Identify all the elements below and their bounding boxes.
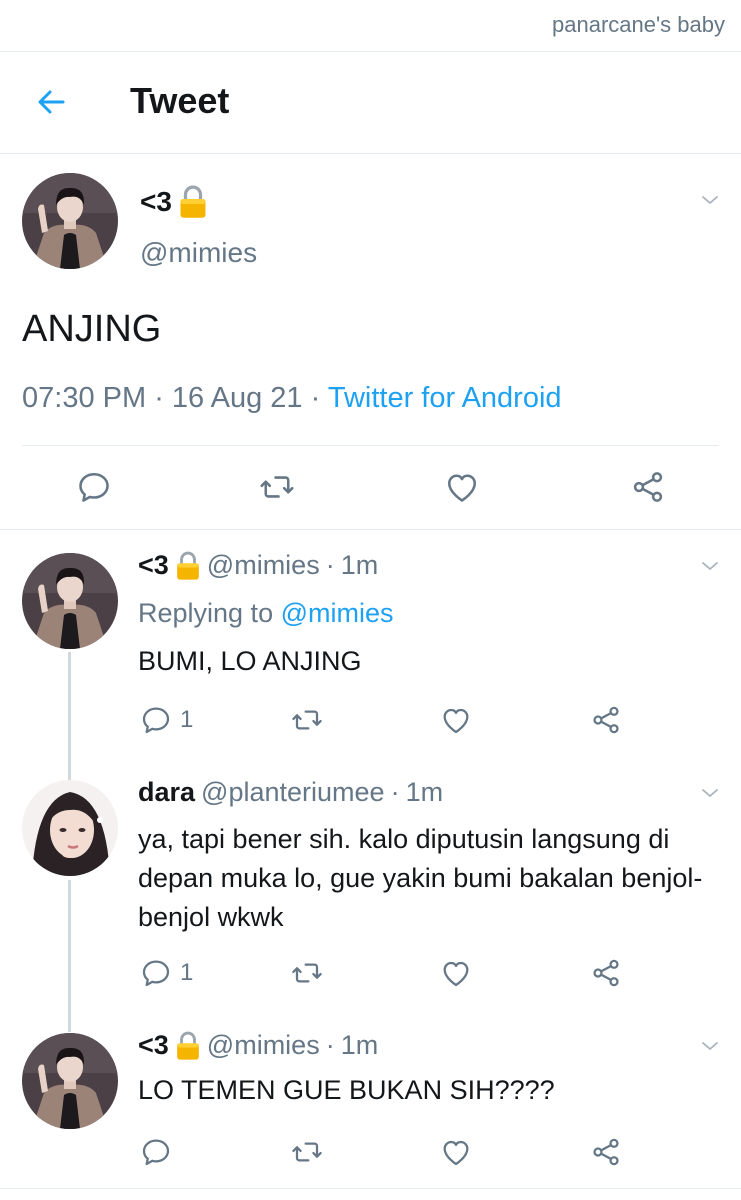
display-name[interactable]: dara [138,777,195,808]
retweet-button[interactable] [290,957,324,989]
reply-button[interactable]: 1 [140,704,193,736]
lock-icon [175,550,201,581]
reply-header: <3 @mimies · 1m [138,550,378,581]
like-button[interactable] [444,469,480,505]
display-name[interactable]: <3 [138,550,169,581]
reply-count: 1 [180,959,194,986]
author-name[interactable]: <3 [140,184,208,219]
thread-line [68,652,71,780]
arrow-left-icon [38,90,65,114]
chevron-down-icon[interactable] [698,188,722,212]
reply-count: 1 [180,706,194,733]
meta-separator: · [390,777,400,807]
replying-to-link[interactable]: @mimies [281,598,394,628]
watermark-text: panarcane's baby [552,12,725,37]
display-name: <3 [140,185,172,217]
tweet-meta: 07:30 PM · 16 Aug 21 · Twitter for Andro… [22,382,562,415]
app-header: Tweet [0,52,741,154]
share-icon [590,1136,622,1168]
divider [0,1188,741,1189]
meta-separator: · [325,550,335,580]
lock-icon [175,1030,201,1061]
retweet-button[interactable] [290,704,324,736]
reply-text: LO TEMEN GUE BUKAN SIH???? [138,1075,555,1105]
reply-button[interactable] [76,469,112,505]
author-handle[interactable]: @mimies [207,550,320,581]
tweet-age: 1m [340,550,379,580]
reply-button[interactable] [140,1136,172,1168]
chevron-down-icon[interactable] [698,781,722,805]
share-icon [590,704,622,736]
tweet-text: ANJING [22,308,162,350]
meta-separator: · [310,382,328,414]
display-name[interactable]: <3 [138,1030,169,1061]
heart-icon [440,704,472,736]
reply-button[interactable]: 1 [140,957,193,989]
reply-icon [140,704,172,736]
tweet-date: 16 Aug 21 [171,382,303,414]
heart-icon [444,469,480,505]
reply-text: BUMI, LO ANJING [138,646,362,676]
avatar[interactable] [22,553,118,649]
share-icon [630,469,666,505]
retweet-icon [290,957,324,989]
author-handle[interactable]: @mimies [140,237,257,269]
share-button[interactable] [590,704,622,736]
chevron-down-icon[interactable] [698,1034,722,1058]
thread-line [68,880,71,1032]
page-title: Tweet [130,80,230,121]
back-button[interactable] [32,82,72,122]
retweet-icon [290,1136,324,1168]
avatar[interactable] [22,173,118,269]
meta-separator: · [325,1030,335,1060]
tweet-age: 1m [340,1030,379,1060]
reply-icon [76,469,112,505]
reply-text: ya, tapi bener sih. kalo diputusin langs… [138,824,703,932]
retweet-button[interactable] [258,469,296,505]
tweet-time: 07:30 PM [22,382,147,414]
tweet-source-link[interactable]: Twitter for Android [328,382,562,414]
chevron-down-icon[interactable] [698,554,722,578]
tweet-actions [0,445,741,530]
avatar[interactable] [22,780,118,876]
reply-header: dara @planteriumee · 1m [138,777,443,808]
retweet-icon [290,704,324,736]
share-button[interactable] [590,957,622,989]
author-handle[interactable]: @mimies [207,1030,320,1061]
avatar[interactable] [22,1033,118,1129]
tweet-age: 1m [405,777,444,807]
author-handle[interactable]: @planteriumee [201,777,385,808]
reply-icon [140,957,172,989]
heart-icon [440,1136,472,1168]
share-icon [590,957,622,989]
meta-separator: · [154,382,172,414]
lock-icon [178,184,208,219]
replying-to: Replying to @mimies [138,598,394,629]
share-button[interactable] [630,469,666,505]
like-button[interactable] [440,957,472,989]
reply-header: <3 @mimies · 1m [138,1030,378,1061]
share-button[interactable] [590,1136,622,1168]
heart-icon [440,957,472,989]
like-button[interactable] [440,1136,472,1168]
like-button[interactable] [440,704,472,736]
reply-icon [140,1136,172,1168]
retweet-button[interactable] [290,1136,324,1168]
retweet-icon [258,469,296,505]
replying-label: Replying to [138,598,274,628]
